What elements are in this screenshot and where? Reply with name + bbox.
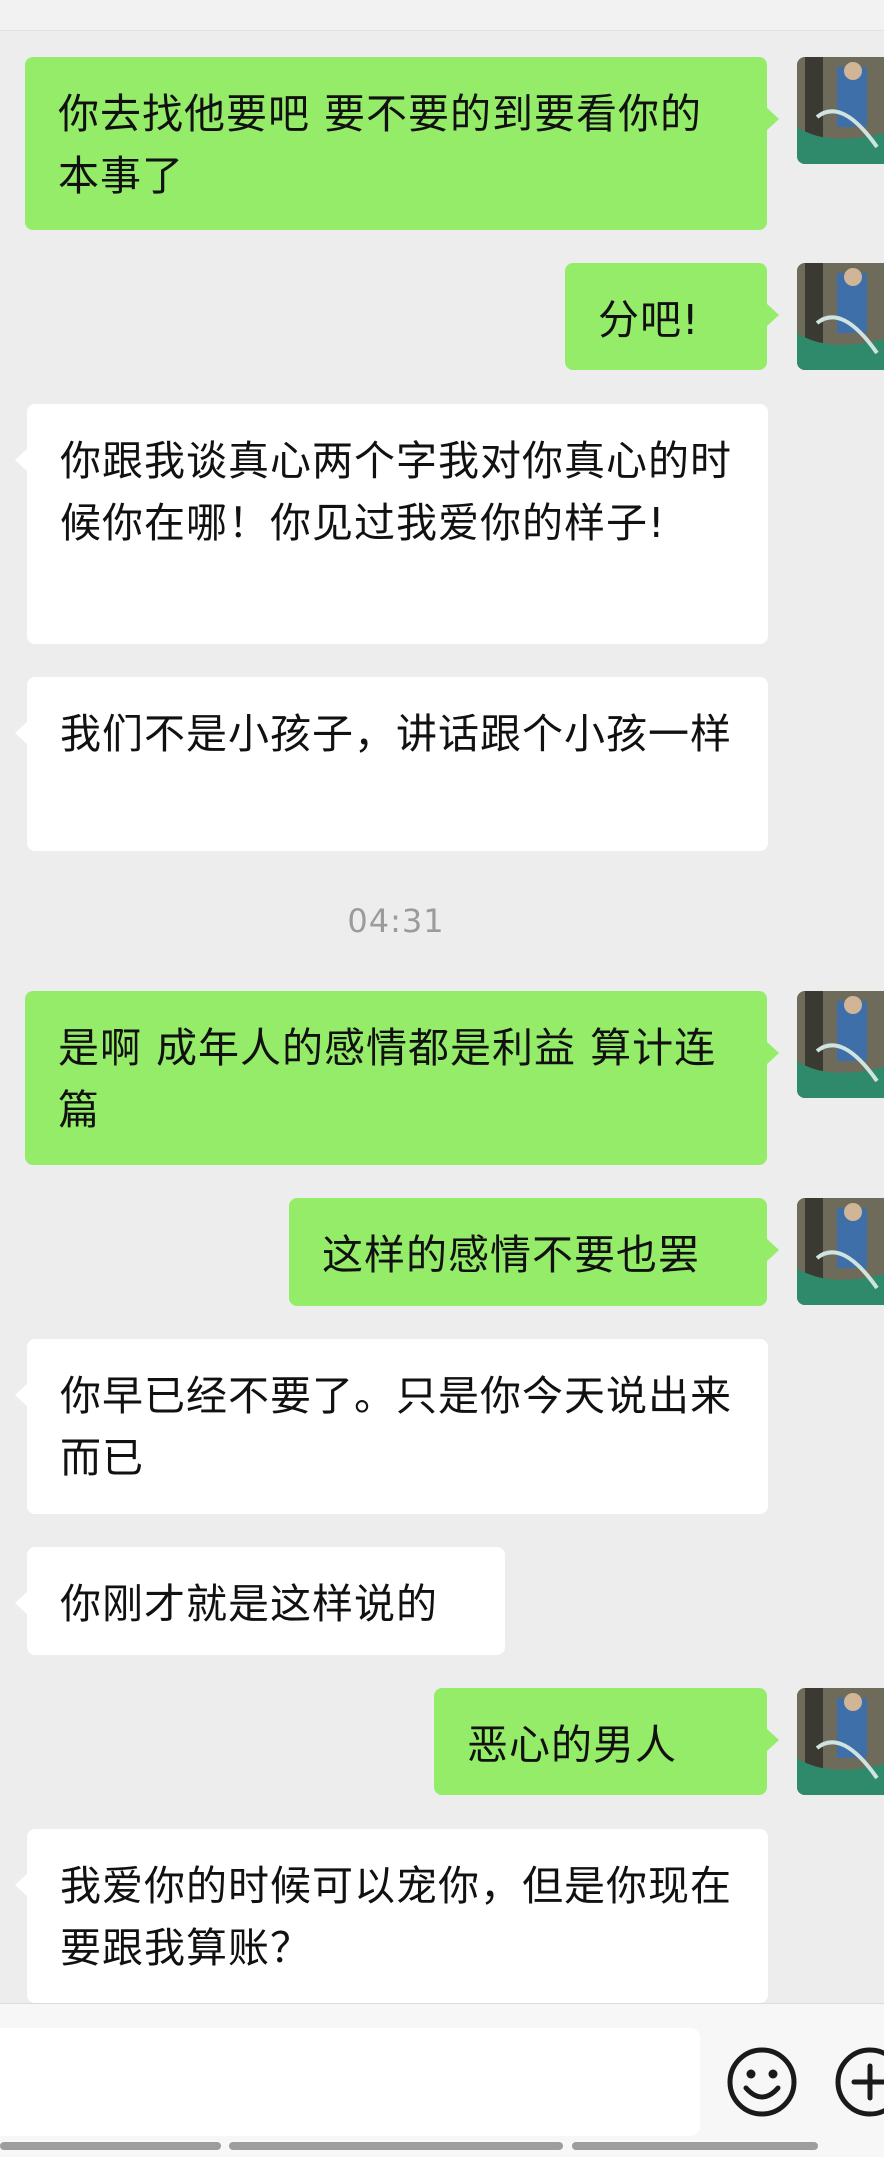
their-message-bubble[interactable]: 你跟我谈真心两个字我对你真心的时候你在哪！你见过我爱你的样子! <box>15 404 768 644</box>
my-message-bubble[interactable]: 是啊 成年人的感情都是利益 算计连篇 <box>25 991 779 1165</box>
message-text: 我爱你的时候可以宠你，但是你现在要跟我算账？ <box>60 1862 732 1972</box>
message-text: 恶心的男人 <box>467 1721 677 1769</box>
my-message-bubble[interactable]: 分吧! <box>565 263 779 370</box>
home-indicator-segment <box>229 2142 563 2150</box>
message-input[interactable] <box>0 2028 700 2136</box>
plus-circle-icon[interactable] <box>834 2046 884 2118</box>
my-avatar[interactable] <box>797 57 884 164</box>
my-avatar[interactable] <box>797 263 884 370</box>
smiley-face-icon[interactable] <box>726 2046 798 2118</box>
my-message-bubble[interactable]: 你去找他要吧 要不要的到要看你的本事了 <box>25 57 779 230</box>
my-message-bubble[interactable]: 这样的感情不要也罢 <box>289 1198 779 1306</box>
message-text: 你刚才就是这样说的 <box>60 1580 438 1628</box>
my-avatar[interactable] <box>797 1198 884 1305</box>
my-avatar[interactable] <box>797 1688 884 1795</box>
my-message-bubble[interactable]: 恶心的男人 <box>434 1688 779 1795</box>
their-message-bubble[interactable]: 我们不是小孩子，讲话跟个小孩一样 <box>15 677 768 851</box>
their-message-bubble[interactable]: 你早已经不要了。只是你今天说出来而已 <box>15 1339 768 1514</box>
message-text: 你跟我谈真心两个字我对你真心的时候你在哪！你见过我爱你的样子! <box>60 437 732 547</box>
message-text: 分吧! <box>598 296 700 344</box>
home-indicator-segment <box>0 2142 221 2150</box>
message-text: 这样的感情不要也罢 <box>322 1231 700 1279</box>
their-message-bubble[interactable]: 我爱你的时候可以宠你，但是你现在要跟我算账？ <box>15 1829 768 2003</box>
home-indicator-segment <box>572 2142 818 2150</box>
message-text: 是啊 成年人的感情都是利益 算计连篇 <box>58 1024 717 1134</box>
message-text: 我们不是小孩子，讲话跟个小孩一样 <box>60 710 732 758</box>
my-avatar[interactable] <box>797 991 884 1098</box>
message-timestamp: 04:31 <box>347 902 445 940</box>
input-toolbar <box>0 2003 884 2157</box>
chat-message-list[interactable]: 你去找他要吧 要不要的到要看你的本事了 分吧! 你跟我谈真心两个字我对你真心的时… <box>0 0 884 2003</box>
message-text: 你早已经不要了。只是你今天说出来而已 <box>60 1372 732 1482</box>
message-text: 你去找他要吧 要不要的到要看你的本事了 <box>58 90 703 200</box>
their-message-bubble[interactable]: 你刚才就是这样说的 <box>15 1547 505 1655</box>
